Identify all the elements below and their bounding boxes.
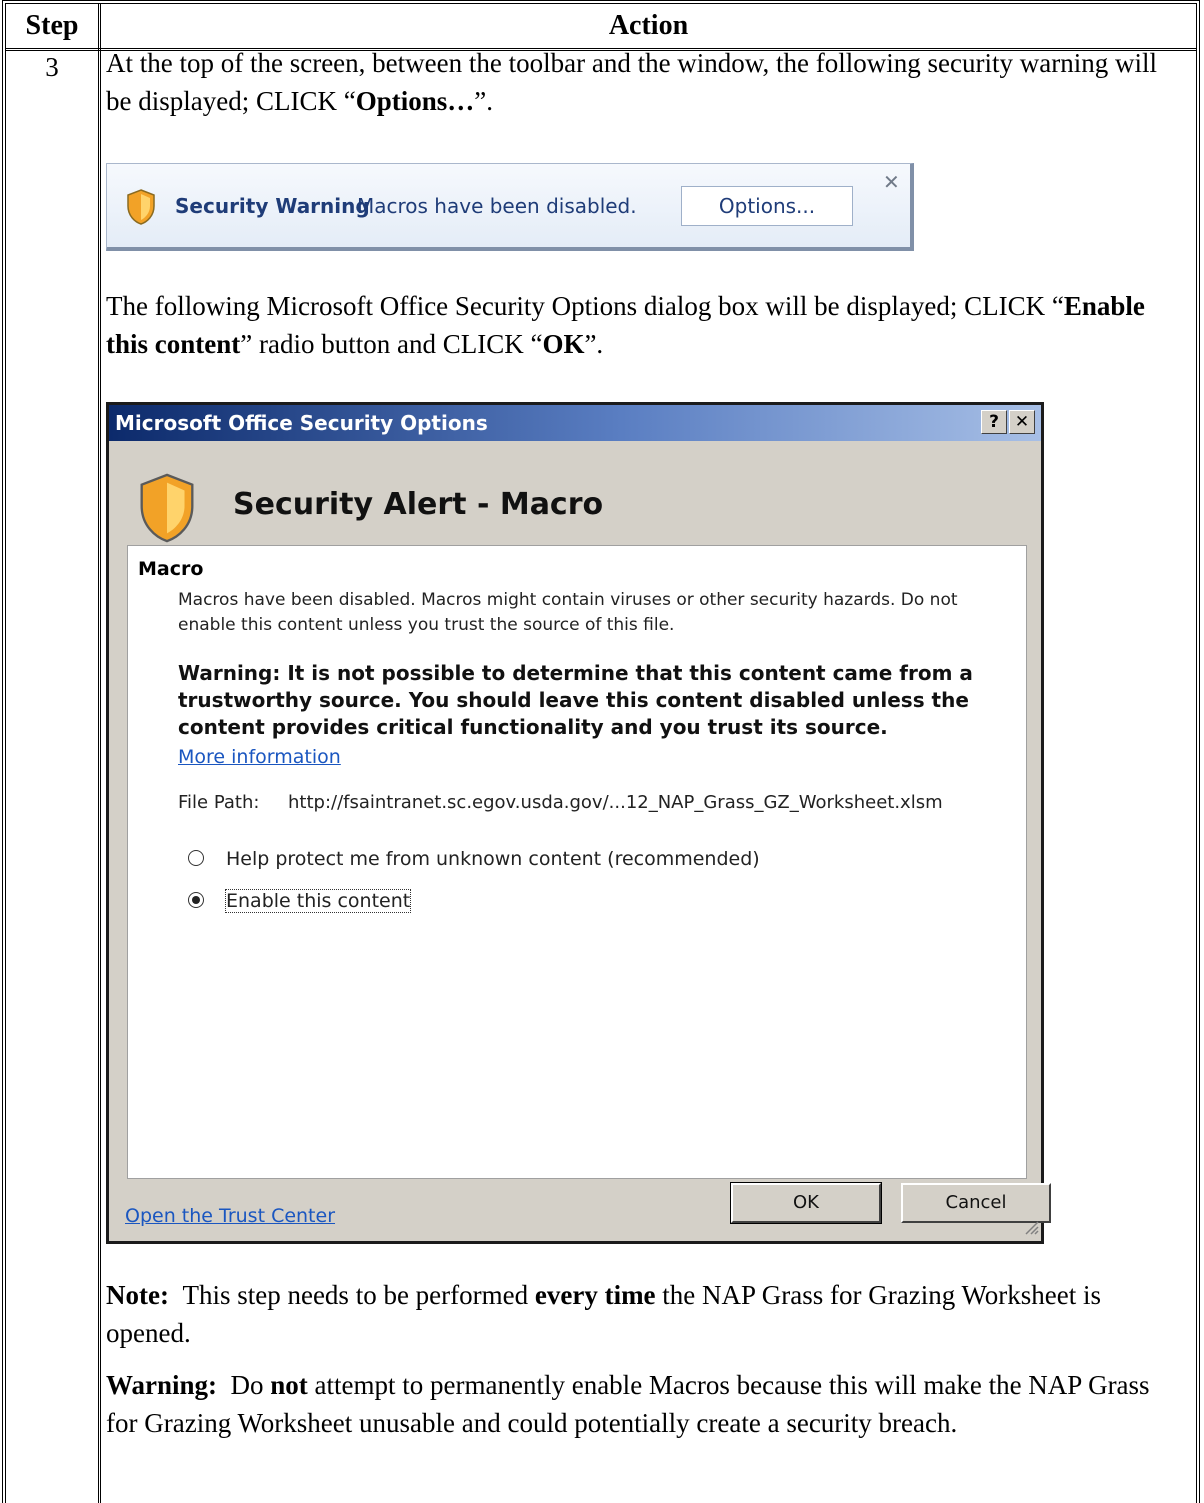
dialog-title: Microsoft Office Security Options <box>115 411 488 435</box>
radio-icon[interactable] <box>188 849 204 866</box>
dialog-instruction-end: ”. <box>584 329 604 359</box>
security-warning-title: Security Warning <box>175 194 370 218</box>
radio-selected-icon[interactable] <box>188 891 204 908</box>
dialog-heading: Security Alert - Macro <box>233 487 604 522</box>
note-emphasis: every time <box>534 1280 656 1310</box>
ok-button[interactable]: OK <box>730 1182 882 1224</box>
macro-warning: Warning: It is not possible to determine… <box>178 661 973 739</box>
column-divider <box>98 4 101 1503</box>
note-paragraph: Note: This step needs to be performed ev… <box>106 1276 1186 1352</box>
step-number: 3 <box>45 52 59 82</box>
note-label: Note: <box>106 1280 169 1310</box>
warning-text-start: Do <box>230 1370 271 1400</box>
close-icon[interactable]: ✕ <box>883 170 900 194</box>
radio-help-protect[interactable]: Help protect me from unknown content (re… <box>188 848 760 870</box>
header-step: Step <box>25 10 79 41</box>
security-warning-bar: Security Warning Macros have been disabl… <box>106 163 914 251</box>
radio-enable-content[interactable]: Enable this content <box>188 889 412 913</box>
section-title: Macro <box>138 558 204 580</box>
header-action: Action <box>608 10 689 41</box>
dialog-close-button[interactable]: ✕ <box>1009 410 1035 434</box>
macro-description: Macros have been disabled. Macros might … <box>178 590 958 635</box>
help-button[interactable]: ? <box>981 410 1007 434</box>
file-path-value: http://fsaintranet.sc.egov.usda.gov/...1… <box>288 792 943 813</box>
security-options-dialog: Microsoft Office Security Options ? ✕ Se… <box>106 402 1051 1244</box>
radio-label: Help protect me from unknown content (re… <box>226 848 760 870</box>
step-instruction: At the top of the screen, between the to… <box>106 44 1186 120</box>
instruction-text-start: At the top of the screen, between the to… <box>106 48 1157 116</box>
options-button[interactable]: Options... <box>681 186 853 226</box>
dialog-instruction-start: The following Microsoft Office Security … <box>106 291 1064 321</box>
instruction-options-emphasis: Options… <box>355 86 475 116</box>
trust-center-link[interactable]: Open the Trust Center <box>125 1205 335 1227</box>
warning-paragraph: Warning: Do not attempt to permanently e… <box>106 1366 1186 1442</box>
file-path-label: File Path: <box>178 792 260 813</box>
macro-details-panel: Macro Macros have been disabled. Macros … <box>127 545 1027 1179</box>
warning-emphasis: not <box>270 1370 308 1400</box>
dialog-titlebar: Microsoft Office Security Options ? ✕ <box>109 405 1041 441</box>
shield-icon <box>135 471 199 549</box>
shield-icon <box>125 188 157 230</box>
dialog-instruction-middle: ” radio button and CLICK “ <box>240 329 543 359</box>
radio-label: Enable this content <box>224 889 412 913</box>
security-warning-message: Macros have been disabled. <box>357 194 637 218</box>
note-text-start: This step needs to be performed <box>182 1280 535 1310</box>
resize-grip-icon[interactable] <box>1021 1217 1039 1239</box>
instruction-text-end: ”. <box>474 86 493 116</box>
warning-label: Warning: <box>106 1370 218 1400</box>
dialog-instruction-ok-emphasis: OK <box>542 329 585 359</box>
more-information-link[interactable]: More information <box>178 746 341 768</box>
dialog-instruction: The following Microsoft Office Security … <box>106 287 1186 363</box>
